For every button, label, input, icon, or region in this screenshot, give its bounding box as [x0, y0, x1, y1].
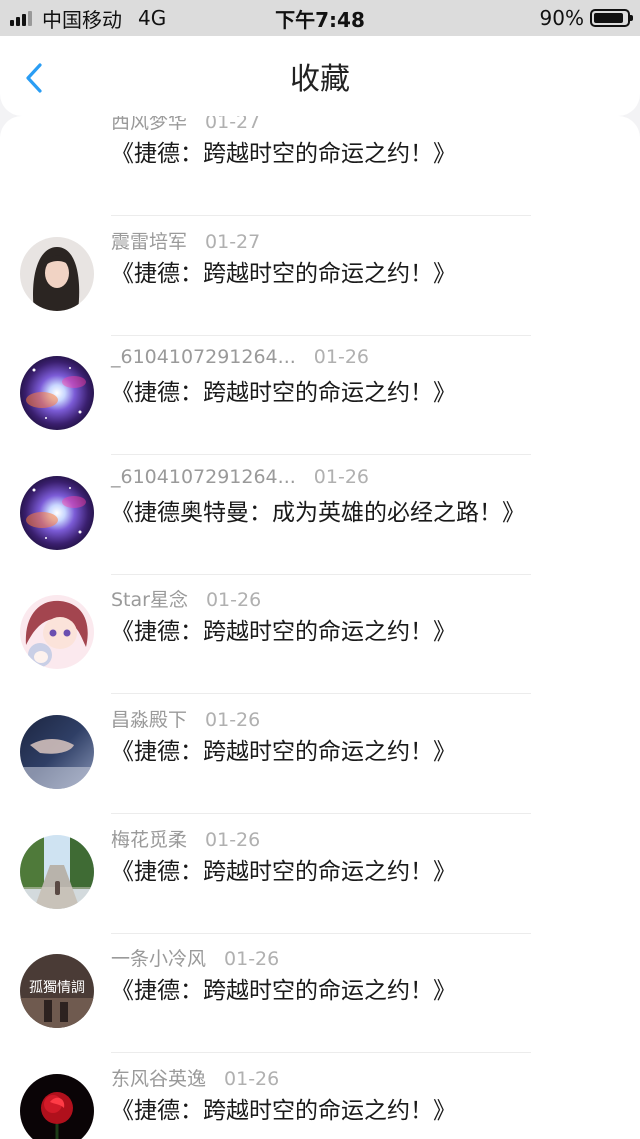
- username: 一条小冷风: [111, 948, 207, 971]
- date: 01-26: [313, 465, 369, 488]
- favorite-title[interactable]: 《捷德：跨越时空的命运之约！》: [111, 612, 456, 646]
- item-meta: 一条小冷风 01-26: [111, 944, 279, 971]
- battery-percent: 90%: [539, 6, 584, 30]
- date: 01-27: [205, 116, 261, 133]
- list-item[interactable]: 西风梦华 01-27 《捷德：跨越时空的命运之约！》: [0, 116, 640, 216]
- page-title: 收藏: [290, 62, 350, 97]
- date: 01-27: [205, 230, 261, 253]
- username: Star星念: [111, 589, 188, 612]
- favorites-list[interactable]: 西风梦华 01-27 《捷德：跨越时空的命运之约！》 震雷培军 01-27 《捷德：跨越…: [0, 116, 640, 1139]
- date: 01-26: [313, 346, 369, 369]
- nav-bar: 收藏: [0, 36, 640, 116]
- favorite-title[interactable]: 《捷德：跨越时空的命运之约！》: [111, 254, 456, 288]
- avatar[interactable]: [20, 834, 94, 909]
- item-meta: 梅花觅柔 01-26: [111, 825, 260, 852]
- username: _6104107291264...: [111, 346, 296, 369]
- username: 梅花觅柔: [111, 828, 188, 851]
- status-bar: 中国移动 4G 下午7:48 90%: [0, 0, 640, 36]
- battery-fill: [594, 13, 623, 23]
- date: 01-26: [205, 828, 261, 851]
- list-item[interactable]: 昌淼殿下 01-26 《捷德：跨越时空的命运之约！》: [0, 694, 640, 814]
- item-meta: _6104107291264... 01-26: [111, 346, 369, 368]
- avatar[interactable]: [20, 715, 94, 789]
- username: 东风谷英逸: [111, 1067, 207, 1090]
- favorite-title[interactable]: 《捷德奥特曼：成为英雄的必经之路！》: [111, 493, 525, 527]
- list-item[interactable]: 东风谷英逸 01-26 《捷德：跨越时空的命运之约！》: [0, 1053, 640, 1139]
- item-meta: 昌淼殿下 01-26: [111, 705, 260, 732]
- username: 昌淼殿下: [111, 709, 188, 731]
- list-item[interactable]: 梅花觅柔 01-26 《捷德：跨越时空的命运之约！》: [0, 814, 640, 934]
- avatar[interactable]: [20, 356, 94, 431]
- item-meta: 震雷培军 01-27: [111, 227, 260, 254]
- avatar[interactable]: 孤獨情調: [20, 954, 94, 1029]
- favorite-title[interactable]: 《捷德：跨越时空的命运之约！》: [111, 852, 456, 886]
- list-item[interactable]: Star星念 01-26 《捷德：跨越时空的命运之约！》: [0, 574, 640, 695]
- list-item[interactable]: 震雷培军 01-27 《捷德：跨越时空的命运之约！》: [0, 216, 640, 336]
- favorite-title[interactable]: 《捷德：跨越时空的命运之约！》: [111, 373, 456, 407]
- favorite-title[interactable]: 《捷德：跨越时空的命运之约！》: [111, 1091, 456, 1125]
- avatar[interactable]: [20, 236, 94, 311]
- item-meta: Star星念 01-26: [111, 585, 261, 612]
- item-meta: _6104107291264... 01-26: [111, 466, 369, 488]
- username: _6104107291264...: [111, 465, 296, 488]
- list-item[interactable]: _6104107291264... 01-26 《捷德奥特曼：成为英雄的必经之路！》: [0, 455, 640, 575]
- avatar[interactable]: [20, 595, 94, 670]
- username: 震雷培军: [111, 230, 188, 253]
- avatar[interactable]: [20, 475, 94, 550]
- favorite-title[interactable]: 《捷德：跨越时空的命运之约！》: [111, 134, 456, 168]
- username: 西风梦华: [111, 116, 188, 133]
- favorite-title[interactable]: 《捷德：跨越时空的命运之约！》: [111, 732, 456, 766]
- status-right: 90%: [539, 0, 633, 36]
- date: 01-26: [205, 589, 262, 612]
- item-meta: 东风谷英逸 01-26: [111, 1064, 279, 1091]
- item-meta: 西风梦华 01-27: [111, 116, 260, 134]
- date: 01-26: [224, 1067, 280, 1090]
- avatar[interactable]: [20, 1073, 94, 1139]
- avatar-caption: 孤獨情調: [29, 980, 85, 996]
- date: 01-26: [205, 709, 261, 731]
- date: 01-26: [224, 948, 280, 971]
- battery-icon: [590, 9, 633, 27]
- favorite-title[interactable]: 《捷德：跨越时空的命运之约！》: [111, 971, 456, 1005]
- list-item[interactable]: 孤獨情調 一条小冷风 01-26 《捷德：跨越时空的命运之约！》: [0, 933, 640, 1054]
- list-item[interactable]: _6104107291264... 01-26 《捷德：跨越时空的命运之约！》: [0, 335, 640, 456]
